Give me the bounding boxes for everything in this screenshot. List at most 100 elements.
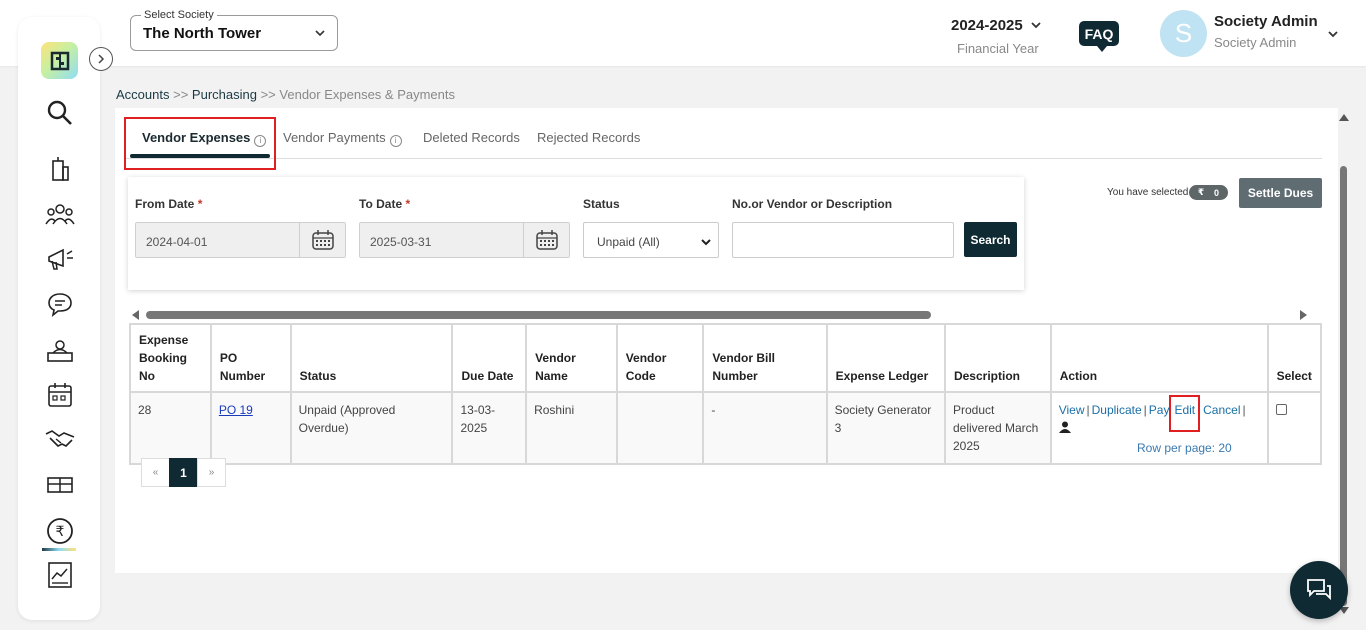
sidebar: ₹ — [18, 17, 100, 620]
user-icon[interactable] — [1058, 421, 1071, 435]
chat-support-button[interactable] — [1290, 561, 1348, 619]
faq-button[interactable]: FAQ — [1079, 21, 1119, 52]
society-select[interactable]: Select Society The North Tower — [130, 9, 338, 51]
cell-due-date: 13-03-2025 — [451, 391, 528, 465]
search-button[interactable]: Search — [964, 222, 1017, 257]
status-select[interactable]: Unpaid (All) — [583, 222, 719, 258]
calendar-icon[interactable] — [523, 223, 569, 257]
search-icon[interactable] — [44, 97, 76, 129]
separator: | — [1143, 403, 1147, 417]
column-header: Expense Ledger — [825, 323, 946, 393]
column-header: Action — [1049, 323, 1269, 393]
tab-deleted-records[interactable]: Deleted Records — [423, 130, 520, 145]
amenities-icon[interactable] — [44, 469, 76, 501]
chat-icon — [1307, 579, 1331, 601]
breadcrumb-separator: >> — [173, 87, 189, 102]
svg-text:₹: ₹ — [56, 524, 65, 540]
cell-status: Unpaid (Approved Overdue) — [289, 391, 454, 465]
from-date-field[interactable]: 2024-04-01 — [135, 222, 346, 258]
chevron-right-icon — [98, 54, 105, 64]
status-label: Status — [583, 197, 620, 211]
reports-icon[interactable] — [44, 559, 76, 591]
society-select-value: The North Tower — [143, 25, 262, 42]
from-date-label: From Date * — [135, 197, 203, 211]
tab-vendor-payments[interactable]: Vendor Payments i — [283, 130, 402, 147]
select-checkbox[interactable] — [1275, 404, 1287, 415]
people-icon[interactable] — [44, 198, 76, 230]
search-input[interactable] — [732, 222, 954, 258]
currency-symbol: ₹ — [1197, 187, 1205, 197]
page-button-current[interactable]: 1 — [169, 458, 198, 487]
chevron-down-icon[interactable] — [1030, 18, 1042, 36]
chat-icon[interactable] — [44, 288, 76, 320]
cell-vendor-code — [615, 391, 705, 465]
breadcrumb-purchasing[interactable]: Purchasing — [192, 87, 257, 102]
breadcrumb-accounts[interactable]: Accounts — [116, 87, 169, 102]
sidebar-toggle-button[interactable] — [89, 47, 113, 71]
chevron-down-icon[interactable] — [1326, 27, 1340, 46]
column-header: Due Date — [451, 323, 528, 393]
financial-year-value[interactable]: 2024-2025 — [951, 17, 1023, 34]
scroll-up-icon — [1339, 114, 1349, 121]
selected-text: You have selected — [1107, 187, 1189, 198]
breadcrumb: Accounts >> Purchasing >> Vendor Expense… — [116, 87, 455, 102]
calendar-icon[interactable] — [299, 223, 345, 257]
chevron-down-icon — [313, 26, 327, 45]
logo-icon[interactable] — [41, 42, 78, 79]
vertical-scrollbar[interactable] — [1338, 108, 1350, 618]
info-icon[interactable]: i — [389, 135, 402, 147]
to-date-label: To Date * — [359, 197, 411, 211]
calendar-icon[interactable] — [44, 379, 76, 411]
rupee-icon[interactable]: ₹ — [44, 515, 76, 547]
column-header: Vendor Bill Number — [702, 323, 828, 393]
cell-vendor-name: Roshini — [525, 391, 618, 465]
column-header: Status — [289, 323, 454, 393]
rows-per-page[interactable]: Row per page: 20 — [1137, 441, 1232, 455]
highlight-box: Edit — [1169, 395, 1201, 432]
column-header: Vendor Code — [615, 323, 705, 393]
building-icon[interactable] — [44, 152, 76, 184]
separator: | — [1242, 403, 1246, 417]
chevron-down-icon — [700, 235, 712, 253]
cell-description: Product delivered March 2025 — [943, 391, 1052, 465]
selected-count-badge: ₹ 0 — [1189, 185, 1228, 200]
view-link[interactable]: View — [1059, 403, 1085, 417]
megaphone-icon[interactable] — [44, 243, 76, 275]
scrollbar-thumb[interactable] — [146, 311, 931, 319]
tab-rejected-records[interactable]: Rejected Records — [537, 130, 640, 145]
horizontal-scrollbar[interactable] — [129, 308, 1309, 322]
cell-select — [1266, 391, 1323, 465]
active-indicator — [42, 548, 76, 551]
to-date-value: 2025-03-31 — [370, 235, 432, 249]
next-page-button[interactable]: » — [197, 458, 226, 487]
tab-bar: Vendor Expenses i Vendor Payments i Delete… — [124, 118, 1322, 159]
helpdesk-icon[interactable] — [44, 335, 76, 367]
cell-booking-no: 28 — [129, 391, 212, 465]
to-date-field[interactable]: 2025-03-31 — [359, 222, 570, 258]
separator: | — [1086, 403, 1090, 417]
duplicate-link[interactable]: Duplicate — [1092, 403, 1142, 417]
status-select-value: Unpaid (All) — [597, 235, 660, 249]
breadcrumb-separator: >> — [260, 87, 276, 102]
scroll-right-icon[interactable] — [1300, 310, 1307, 320]
handshake-icon[interactable] — [44, 423, 76, 455]
pagination: « 1 » — [141, 458, 226, 487]
scroll-left-icon[interactable] — [132, 310, 139, 320]
settle-dues-button[interactable]: Settle Dues — [1239, 178, 1322, 208]
po-number-link[interactable]: PO 19 — [219, 403, 253, 417]
filter-panel: From Date * To Date * Status No.or Vendo… — [128, 177, 1024, 290]
user-role: Society Admin — [1214, 35, 1297, 50]
highlight-box — [124, 117, 276, 170]
society-select-label: Select Society — [141, 9, 217, 21]
prev-page-button[interactable]: « — [141, 458, 170, 487]
scrollbar-thumb[interactable] — [1340, 166, 1347, 606]
column-header: Description — [943, 323, 1052, 393]
pay-link[interactable]: Pay — [1149, 403, 1170, 417]
cell-vendor-bill-number: - — [702, 391, 828, 465]
table-header-row: Expense Booking No PO Number Status Due … — [129, 323, 1323, 393]
column-header: Select — [1266, 323, 1323, 393]
cancel-link[interactable]: Cancel — [1203, 403, 1240, 417]
financial-year-label: Financial Year — [957, 41, 1039, 56]
edit-link[interactable]: Edit — [1174, 403, 1195, 417]
avatar[interactable]: S — [1160, 10, 1207, 57]
